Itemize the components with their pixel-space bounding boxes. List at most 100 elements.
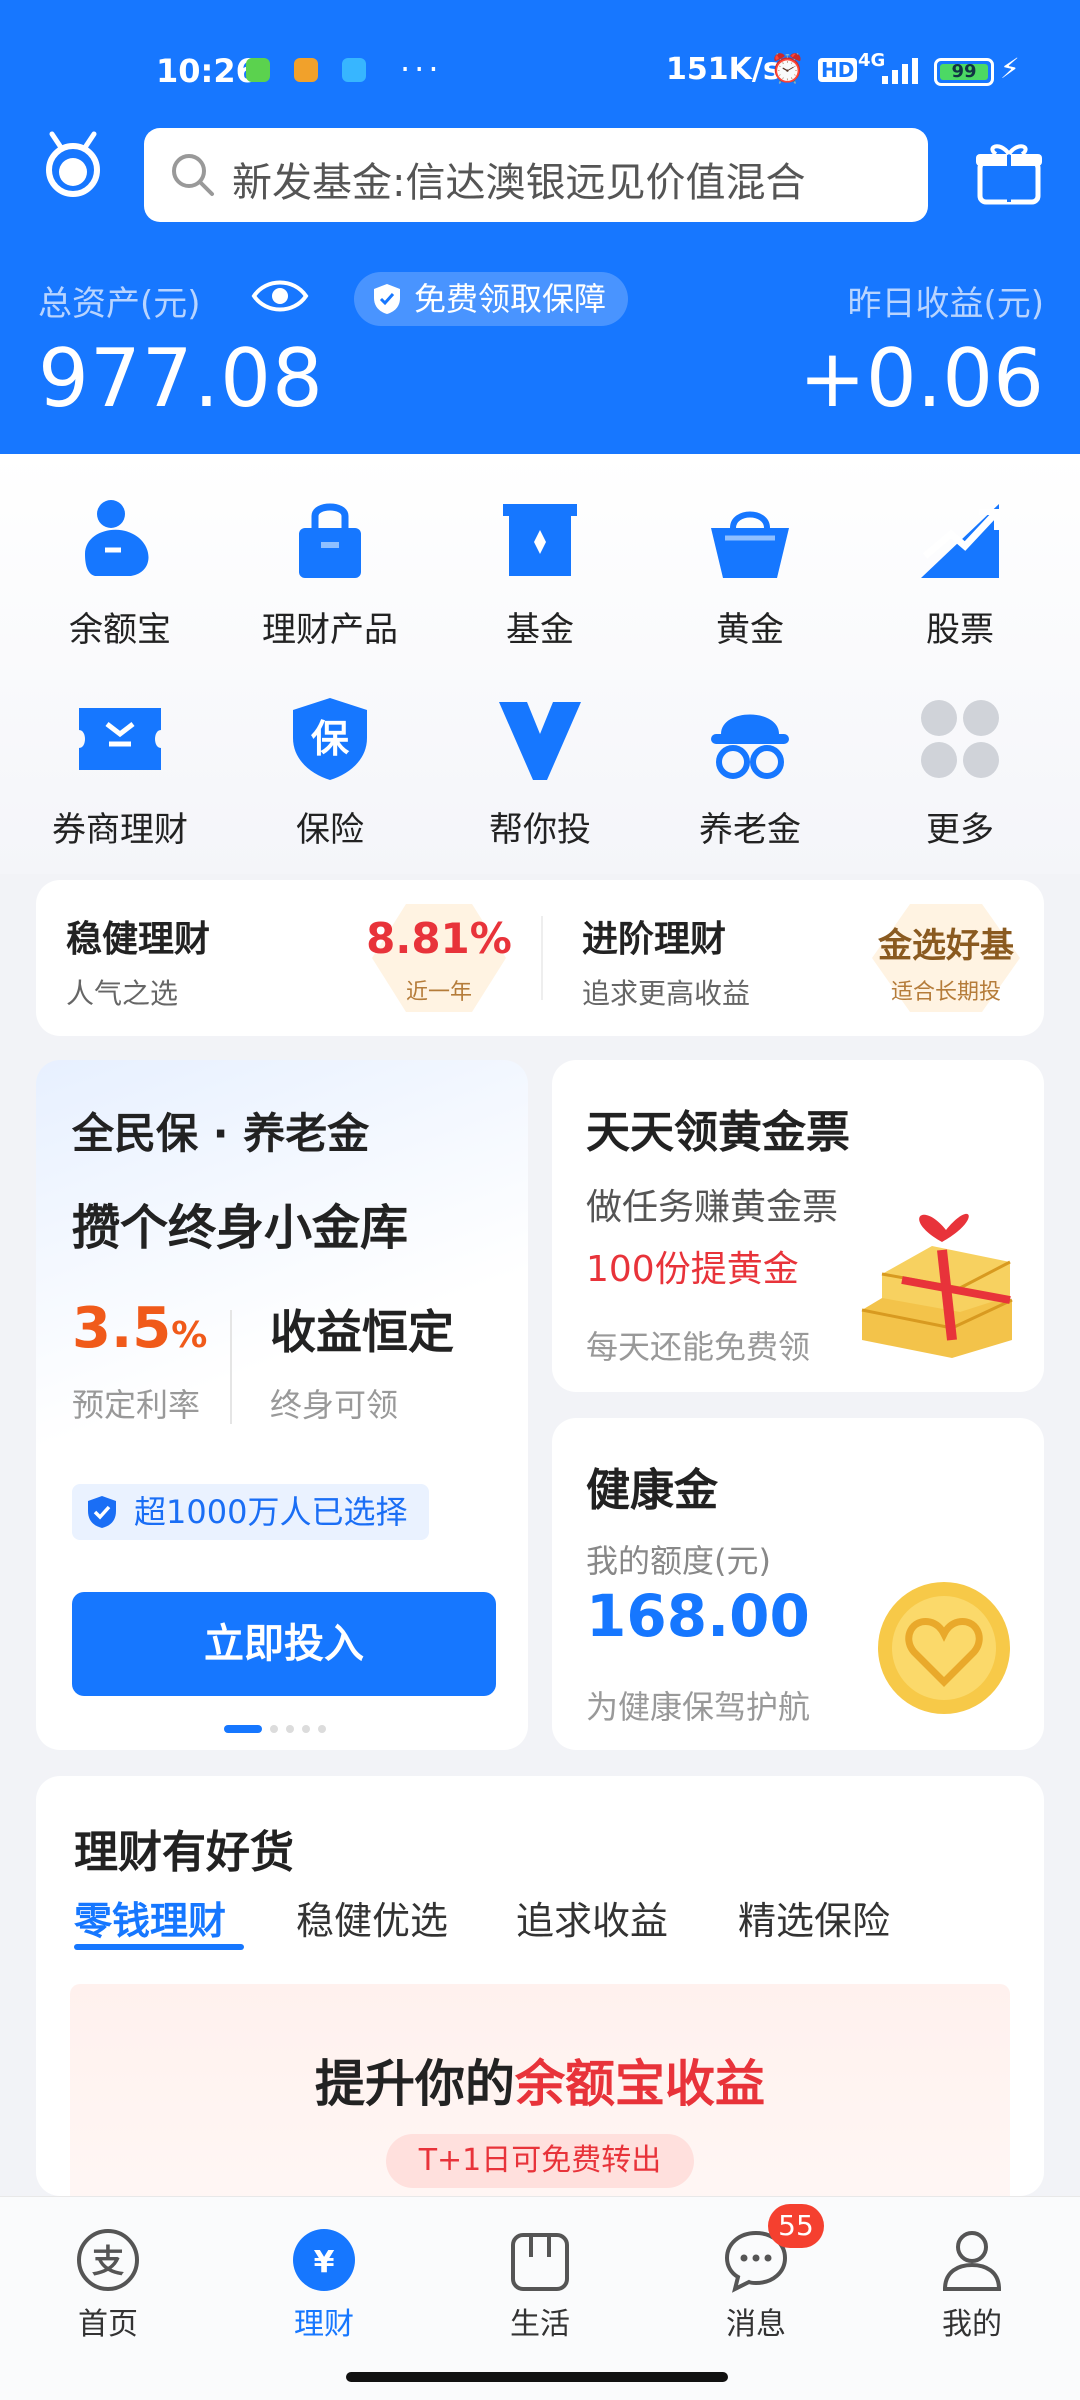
nav-life[interactable]: 生活 (460, 2227, 620, 2343)
grid-item-broker-wealth[interactable]: 券商理财 (12, 694, 228, 851)
gift-box-icon[interactable] (974, 138, 1044, 208)
battery-icon: 99 (934, 58, 994, 86)
network-speed: 151K/s (666, 52, 781, 87)
grid-item-gold[interactable]: 黄金 (642, 494, 858, 651)
nav-label: 我的 (942, 2307, 1002, 2342)
rate-tag: 8.81% 近一年 (366, 900, 512, 1016)
wechat-notification-icon (246, 58, 270, 82)
feature-grid: 余额宝 理财产品 基金 黄金 股票 券商理财 保 保险 帮你投 养老金 更多 (0, 454, 1080, 874)
pension-card[interactable]: 全民保 · 养老金 攒个终身小金库 3.5% 预定利率 收益恒定 终身可领 超1… (36, 1060, 528, 1750)
free-protection-button[interactable]: 免费领取保障 (354, 272, 629, 326)
pension-rate: 3.5% (72, 1296, 208, 1361)
gold-ticket-card[interactable]: 天天领黄金票 做任务赚黄金票 100份提黄金 每天还能免费领 (552, 1060, 1044, 1392)
home-indicator[interactable] (346, 2372, 728, 2382)
yuebao-promo-banner[interactable]: 提升你的余额宝收益 T+1日可免费转出 (70, 1984, 1010, 2196)
fund-box-icon (503, 504, 577, 576)
grid-label: 保险 (296, 810, 364, 850)
search-bar[interactable]: 新发基金:信达澳银远见价值混合 (144, 128, 928, 222)
broker-ticket-icon (79, 708, 161, 770)
yuebao-icon (85, 500, 149, 576)
pension-card-title: 全民保 · 养老金 (72, 1109, 370, 1158)
strip-divider (541, 916, 543, 1000)
charging-icon: ⚡ (1000, 52, 1020, 85)
browser-notification-icon (294, 58, 318, 82)
yesterday-income-value[interactable]: +0.06 (799, 332, 1044, 425)
grid-label: 理财产品 (262, 610, 398, 650)
status-time: 10:26 (156, 52, 258, 90)
tab-pocket-wealth[interactable]: 零钱理财 (74, 1890, 226, 1945)
health-quota-label: 我的额度(元) (586, 1542, 771, 1580)
tab-steady-picks[interactable]: 稳健优选 (296, 1890, 448, 1945)
fund-tag: 金选好基 适合长期投 (866, 900, 1026, 1016)
recommended-products-section: 理财有好货 零钱理财 稳健优选 追求收益 精选保险 提升你的余额宝收益 T+1日… (36, 1776, 1044, 2196)
nav-label: 消息 (726, 2307, 786, 2342)
pension-rate-label: 预定利率 (72, 1386, 201, 1424)
grid-label: 帮你投 (489, 810, 591, 850)
nav-profile[interactable]: 我的 (892, 2227, 1052, 2343)
nav-label: 理财 (294, 2307, 354, 2342)
health-card-title: 健康金 (586, 1465, 718, 1516)
stock-chart-icon (921, 504, 1000, 578)
tab-insurance-picks[interactable]: 精选保险 (738, 1890, 890, 1945)
carousel-indicator (224, 1718, 334, 1737)
section-title: 理财有好货 (74, 1827, 294, 1878)
grid-item-insurance[interactable]: 保 保险 (222, 694, 438, 851)
grid-item-more[interactable]: 更多 (852, 694, 1068, 851)
health-fund-card[interactable]: 健康金 我的额度(元) 168.00 为健康保驾护航 (552, 1418, 1044, 1750)
yesterday-income-label: 昨日收益(元) (847, 284, 1044, 324)
total-assets-label: 总资产(元) (38, 284, 201, 324)
health-card-footer: 为健康保驾护航 (586, 1688, 811, 1726)
pension-users-badge: 超1000万人已选择 (72, 1484, 430, 1540)
svg-text:¥: ¥ (314, 2245, 335, 2280)
bottom-nav: 支 首页 ¥ 理财 生活 消息 我的 (0, 2196, 1080, 2400)
grid-label: 股票 (926, 610, 994, 650)
grid-label: 更多 (926, 810, 994, 850)
status-bar: 10:26 ··· 151K/s ⏰ HD 4G 99 ⚡ (0, 0, 1080, 140)
grid-label: 余额宝 (69, 610, 171, 650)
banner-subtitle: T+1日可免费转出 (386, 2134, 694, 2188)
grid-item-help-invest[interactable]: 帮你投 (432, 694, 648, 851)
message-count-badge: 55 (768, 2204, 824, 2248)
pension-feature: 收益恒定 (270, 1305, 454, 1359)
signal-icon (882, 58, 918, 84)
alipay-home-icon: 支 (77, 2229, 139, 2291)
profile-icon (942, 2231, 1002, 2291)
fund-tag-subtitle: 适合长期投 (890, 980, 1001, 1005)
gold-bar-gift-icon (861, 1213, 1013, 1358)
grid-item-wealth-products[interactable]: 理财产品 (222, 494, 438, 651)
gold-card-line1: 做任务赚黄金票 (586, 1187, 839, 1228)
pension-divider (230, 1310, 232, 1424)
grid-label: 基金 (506, 610, 574, 650)
more-dots-icon (921, 700, 999, 778)
ant-logo-icon[interactable] (38, 130, 108, 200)
shield-check-icon (374, 284, 400, 314)
gold-card-title: 天天领黄金票 (586, 1107, 850, 1158)
total-assets-value[interactable]: 977.08 (38, 332, 324, 425)
hd-icon: HD (818, 58, 858, 82)
header: 10:26 ··· 151K/s ⏰ HD 4G 99 ⚡ 新发基金:信达澳银远… (0, 0, 1080, 454)
grid-label: 养老金 (699, 810, 801, 850)
nav-home[interactable]: 支 首页 (28, 2227, 188, 2343)
health-quota-amount: 168.00 (586, 1582, 810, 1650)
eye-visibility-icon[interactable] (250, 274, 310, 318)
steady-wealth-subtitle: 人气之选 (66, 977, 179, 1010)
grid-item-yuebao[interactable]: 余额宝 (12, 494, 228, 651)
rate-period: 近一年 (405, 980, 472, 1005)
tab-pursue-returns[interactable]: 追求收益 (516, 1890, 668, 1945)
grid-item-fund[interactable]: 基金 (432, 494, 648, 651)
invest-now-button[interactable]: 立即投入 (72, 1592, 496, 1696)
shield-check-icon (88, 1496, 116, 1528)
more-notifications-icon: ··· (400, 50, 443, 88)
app-notification-icon (342, 58, 366, 82)
grid-item-pension[interactable]: 养老金 (642, 694, 858, 851)
lock-bag-icon (299, 503, 361, 578)
pension-card-headline: 攒个终身小金库 (72, 1200, 409, 1256)
steady-wealth-title: 稳健理财 (66, 919, 211, 960)
grid-item-stocks[interactable]: 股票 (852, 494, 1068, 651)
pension-icon (711, 714, 789, 779)
advanced-wealth-title: 进阶理财 (582, 919, 727, 960)
active-tab-indicator (74, 1944, 244, 1950)
nav-wealth[interactable]: ¥ 理财 (244, 2227, 404, 2343)
grid-label: 黄金 (716, 610, 784, 650)
gold-basket-icon (711, 511, 789, 578)
